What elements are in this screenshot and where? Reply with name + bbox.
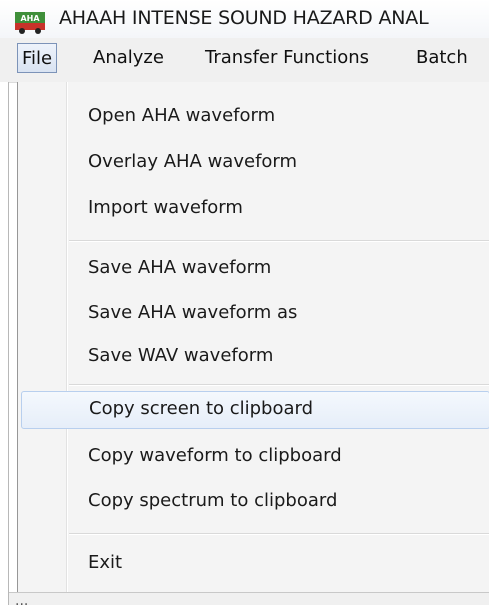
menu-item-copy-waveform-to-clipboard[interactable]: Copy waveform to clipboard bbox=[20, 438, 489, 476]
menu-item-label: Copy screen to clipboard bbox=[89, 398, 314, 419]
menu-separator bbox=[69, 240, 489, 242]
status-bar: ... bbox=[9, 592, 489, 605]
menu-separator bbox=[69, 533, 489, 535]
menu-item-exit[interactable]: Exit bbox=[20, 545, 489, 583]
menu-item-overlay-aha-waveform[interactable]: Overlay AHA waveform bbox=[20, 144, 489, 182]
menu-transfer-functions[interactable]: Transfer Functions bbox=[205, 43, 369, 73]
window-left-border bbox=[8, 82, 9, 605]
menu-item-import-waveform[interactable]: Import waveform bbox=[20, 190, 489, 228]
menu-item-label: Save WAV waveform bbox=[88, 345, 274, 366]
menu-item-label: Copy spectrum to clipboard bbox=[88, 490, 338, 511]
app-window: AHA AHAAH INTENSE SOUND HAZARD ANAL File… bbox=[0, 0, 489, 605]
window-title: AHAAH INTENSE SOUND HAZARD ANAL bbox=[59, 7, 429, 29]
menu-item-save-wav-waveform[interactable]: Save WAV waveform bbox=[20, 338, 489, 376]
menu-file[interactable]: File bbox=[17, 43, 58, 73]
menu-batch[interactable]: Batch bbox=[416, 43, 468, 73]
menu-item-copy-screen-to-clipboard[interactable]: Copy screen to clipboard bbox=[21, 391, 489, 429]
menu-item-label: Exit bbox=[88, 552, 123, 573]
menu-item-label: Import waveform bbox=[88, 197, 243, 218]
menu-analyze[interactable]: Analyze bbox=[93, 43, 164, 73]
aha-app-icon[interactable]: AHA bbox=[15, 12, 45, 34]
menu-bar: File Analyze Transfer Functions Batch bbox=[0, 38, 489, 83]
title-bar[interactable]: AHA AHAAH INTENSE SOUND HAZARD ANAL bbox=[0, 0, 489, 38]
menu-item-label: Copy waveform to clipboard bbox=[88, 445, 342, 466]
menu-item-open-aha-waveform[interactable]: Open AHA waveform bbox=[20, 98, 489, 136]
app-icon-label: AHA bbox=[20, 14, 40, 23]
menu-item-save-aha-waveform-as[interactable]: Save AHA waveform as bbox=[20, 295, 489, 333]
menu-item-label: Open AHA waveform bbox=[88, 105, 276, 126]
file-menu-dropdown: Open AHA waveform Overlay AHA waveform I… bbox=[17, 82, 489, 592]
menu-item-copy-spectrum-to-clipboard[interactable]: Copy spectrum to clipboard bbox=[20, 483, 489, 521]
menu-separator bbox=[69, 384, 489, 386]
menu-item-label: Save AHA waveform as bbox=[88, 302, 298, 323]
menu-item-label: Overlay AHA waveform bbox=[88, 151, 298, 172]
status-text: ... bbox=[15, 593, 29, 605]
menu-item-save-aha-waveform[interactable]: Save AHA waveform bbox=[20, 250, 489, 288]
menu-item-label: Save AHA waveform bbox=[88, 257, 272, 278]
